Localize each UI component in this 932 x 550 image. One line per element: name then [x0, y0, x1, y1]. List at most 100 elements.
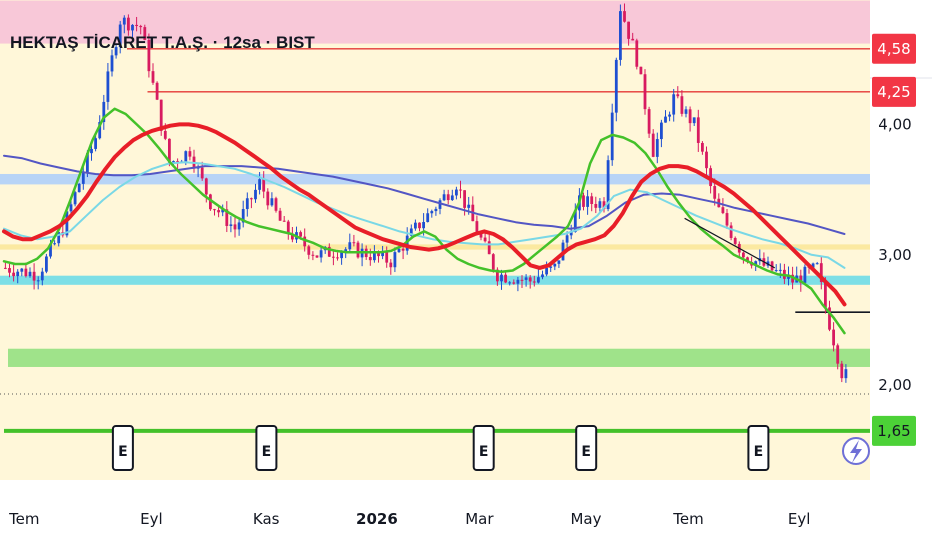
candle-body: [20, 268, 24, 272]
earnings-marker[interactable]: E: [255, 425, 278, 471]
price-tag-label: 4,25: [877, 83, 910, 101]
candle-body: [487, 241, 491, 255]
candle-body: [200, 167, 204, 179]
candle-body: [45, 256, 48, 272]
candle-body: [840, 363, 844, 379]
candle-body: [614, 59, 618, 113]
x-tick-label: Eyl: [788, 510, 811, 528]
candle-body: [455, 189, 458, 196]
candle-body: [73, 192, 77, 205]
candle-body: [94, 138, 97, 149]
candle-body: [233, 224, 237, 230]
candle-body: [463, 190, 466, 208]
candle-body: [368, 257, 372, 261]
price-chart[interactable]: EEEEE TRY4,003,002,004,584,251,65TemEylK…: [0, 0, 932, 550]
candle-body: [545, 267, 548, 275]
candle-body: [401, 248, 405, 251]
candle-body: [69, 204, 73, 212]
candle-body: [393, 252, 397, 268]
candle-body: [590, 196, 594, 205]
candle-body: [258, 179, 261, 190]
candle-body: [676, 94, 680, 97]
earnings-marker[interactable]: E: [747, 425, 770, 471]
time-axis-background: [0, 480, 870, 550]
candle-body: [619, 11, 622, 60]
candle-body: [832, 329, 835, 346]
candle-body: [311, 254, 315, 256]
price-tag-label: 1,65: [877, 422, 910, 440]
candle-body: [24, 268, 28, 277]
candle-body: [385, 251, 389, 263]
candle-body: [639, 66, 643, 75]
candle-body: [36, 280, 40, 282]
candle-body: [643, 74, 647, 110]
candle-body: [262, 179, 266, 192]
price-tag: 4,25: [872, 76, 916, 107]
candle-body: [528, 277, 532, 282]
candle-body: [315, 255, 319, 258]
earnings-marker-label: E: [754, 444, 764, 460]
candle-body: [508, 282, 512, 284]
candle-body: [340, 252, 343, 259]
candle-body: [701, 142, 704, 152]
candle-body: [803, 266, 807, 283]
candle-body: [348, 242, 352, 250]
candle-body: [733, 237, 737, 244]
candle-body: [229, 224, 233, 226]
candle-body: [8, 268, 11, 273]
zone-band: [0, 275, 870, 285]
candle-body: [131, 24, 134, 31]
candle-body: [188, 151, 192, 157]
y-tick-label: 2,00: [878, 376, 911, 394]
candle-body: [696, 117, 700, 143]
candle-body: [352, 242, 356, 244]
x-tick-label: Tem: [8, 510, 39, 528]
earnings-marker-label: E: [479, 444, 489, 460]
candle-body: [81, 173, 85, 184]
candle-body: [688, 109, 692, 124]
earnings-marker-label: E: [581, 444, 591, 460]
candle-body: [139, 25, 143, 28]
candle-body: [705, 151, 708, 169]
candle-body: [414, 222, 417, 229]
candle-body: [774, 270, 778, 272]
candle-body: [319, 250, 323, 258]
candle-body: [422, 222, 425, 229]
candle-body: [282, 220, 286, 222]
x-tick-label: Eyl: [140, 510, 163, 528]
candle-body: [721, 207, 725, 214]
earnings-marker[interactable]: E: [472, 425, 495, 471]
candle-body: [824, 282, 827, 308]
candle-body: [307, 246, 311, 255]
candle-body: [28, 271, 32, 277]
y-tick-label: 3,00: [878, 246, 911, 264]
candle-body: [729, 225, 733, 238]
candle-body: [664, 116, 667, 123]
candle-body: [684, 109, 688, 114]
lightning-icon[interactable]: [842, 437, 870, 465]
candle-body: [467, 204, 471, 208]
candle-body: [270, 198, 274, 206]
candle-body: [635, 40, 639, 67]
candle-body: [586, 196, 589, 207]
candle-body: [660, 122, 663, 140]
candle-body: [512, 282, 516, 284]
candle-body: [163, 130, 167, 139]
candle-body: [627, 21, 630, 39]
chart-title: HEKTAŞ TİCARET T.A.Ş. · 12sa · BIST: [10, 33, 315, 52]
earnings-marker-label: E: [262, 444, 272, 460]
earnings-marker[interactable]: E: [575, 425, 598, 471]
candle-body: [565, 235, 569, 243]
candle-body: [668, 114, 671, 117]
candle-body: [844, 369, 848, 379]
candle-body: [250, 198, 253, 200]
candle-body: [184, 151, 188, 162]
candle-body: [77, 183, 81, 193]
candle-body: [245, 198, 249, 210]
candle-body: [532, 281, 536, 283]
zone-band: [8, 348, 870, 367]
earnings-marker[interactable]: E: [111, 425, 134, 471]
candle-body: [397, 248, 401, 253]
candle-body: [483, 237, 487, 242]
candle-body: [582, 195, 585, 207]
